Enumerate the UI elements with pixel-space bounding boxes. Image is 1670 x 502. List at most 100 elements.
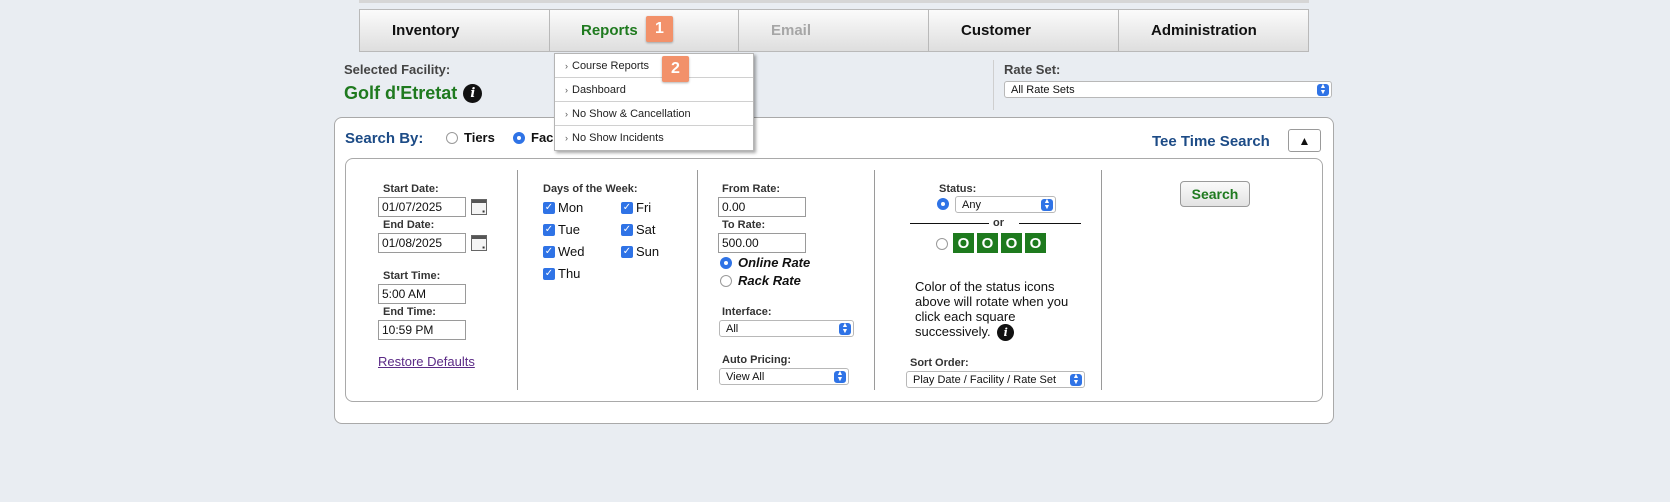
chevron-right-icon: › <box>565 84 568 95</box>
search-by-facility-option[interactable]: Fac <box>513 130 553 145</box>
end-time-label: End Time: <box>383 306 436 318</box>
step-badge-2: 2 <box>662 56 689 82</box>
status-note-text: Color of the status icons above will rot… <box>915 279 1069 339</box>
top-border <box>359 0 1309 3</box>
check-icon: ✓ <box>543 245 555 258</box>
start-date-label: Start Date: <box>383 183 439 195</box>
chevron-right-icon: › <box>565 133 568 143</box>
status-square-4[interactable]: O <box>1025 233 1046 253</box>
menu-item-label: Course Reports <box>572 59 650 72</box>
to-rate-input[interactable]: 500.00 <box>718 233 806 253</box>
menu-item-no-show-incidents[interactable]: › No Show Incidents <box>555 126 753 150</box>
divider <box>910 223 989 224</box>
days-of-week-label: Days of the Week: <box>543 183 638 195</box>
criteria-panel <box>345 158 1323 402</box>
check-icon: ✓ <box>621 201 633 214</box>
menu-item-no-show-cancellation[interactable]: › No Show & Cancellation <box>555 102 753 126</box>
status-label: Status: <box>939 183 977 195</box>
radio-online-rate[interactable] <box>720 256 732 269</box>
checkbox-sun[interactable]: ✓ Sun <box>621 244 659 259</box>
facility-name: Golf d'Etretat i <box>344 83 483 104</box>
interface-value: All <box>726 322 739 335</box>
radio-tiers[interactable] <box>446 131 458 144</box>
thu-label: Thu <box>558 266 581 281</box>
facility-name-text: Golf d'Etretat <box>344 83 458 103</box>
chevron-right-icon: › <box>565 60 568 71</box>
radio-status-icons[interactable] <box>936 238 948 250</box>
mon-label: Mon <box>558 200 584 215</box>
column-divider <box>697 170 698 390</box>
auto-pricing-select[interactable]: View All ▲ ▼ <box>719 368 849 385</box>
end-date-input[interactable]: 01/08/2025 <box>378 233 466 253</box>
calendar-icon[interactable] <box>471 235 487 252</box>
sort-order-select[interactable]: Play Date / Facility / Rate Set ▲ ▼ <box>906 371 1085 388</box>
to-rate-label: To Rate: <box>722 219 766 231</box>
select-arrows-icon: ▲ ▼ <box>839 322 851 335</box>
online-rate-option[interactable]: Online Rate <box>720 255 810 270</box>
calendar-icon[interactable] <box>471 199 487 216</box>
online-rate-label: Online Rate <box>738 255 811 270</box>
tab-email[interactable]: Email <box>739 10 929 51</box>
status-square-2[interactable]: O <box>977 233 998 253</box>
restore-defaults-link[interactable]: Restore Defaults <box>378 354 475 369</box>
end-date-label: End Date: <box>383 219 435 231</box>
status-square-1[interactable]: O <box>953 233 974 253</box>
status-select[interactable]: Any ▲ ▼ <box>955 196 1056 213</box>
divider <box>993 60 994 110</box>
main-nav: Inventory Reports Email Customer Adminis… <box>359 9 1309 52</box>
status-note: Color of the status icons above will rot… <box>915 279 1075 342</box>
select-arrows-icon: ▲ ▼ <box>1041 198 1053 211</box>
auto-pricing-value: View All <box>726 370 765 383</box>
menu-item-label: No Show & Cancellation <box>572 107 691 120</box>
select-arrows-icon: ▲ ▼ <box>834 370 846 383</box>
rate-set-select[interactable]: All Rate Sets ▲ ▼ <box>1004 81 1332 98</box>
check-icon: ✓ <box>543 267 555 280</box>
check-icon: ✓ <box>543 223 555 236</box>
checkbox-wed[interactable]: ✓ Wed <box>543 244 585 259</box>
menu-item-course-reports[interactable]: › Course Reports <box>555 54 753 78</box>
radio-rack-rate[interactable] <box>720 274 732 287</box>
checkbox-sat[interactable]: ✓ Sat <box>621 222 656 237</box>
rack-rate-option[interactable]: Rack Rate <box>720 273 801 288</box>
tee-time-search-title: Tee Time Search <box>1152 133 1270 150</box>
menu-item-dashboard[interactable]: › Dashboard <box>555 78 753 102</box>
sat-label: Sat <box>636 222 656 237</box>
menu-item-label: Dashboard <box>572 83 626 96</box>
info-icon[interactable]: i <box>463 84 483 103</box>
reports-dropdown-menu: › Course Reports › Dashboard › No Show & Ca… <box>554 53 754 151</box>
check-icon: ✓ <box>543 201 555 214</box>
divider <box>1019 223 1081 224</box>
interface-label: Interface: <box>722 306 772 318</box>
auto-pricing-label: Auto Pricing: <box>722 354 792 366</box>
rate-set-value: All Rate Sets <box>1011 83 1075 96</box>
status-value: Any <box>962 198 981 211</box>
checkbox-fri[interactable]: ✓ Fri <box>621 200 651 215</box>
collapse-toggle-button[interactable]: ▲ <box>1288 129 1321 152</box>
end-time-input[interactable]: 10:59 PM <box>378 320 466 340</box>
tab-reports[interactable]: Reports <box>550 10 739 51</box>
interface-select[interactable]: All ▲ ▼ <box>719 320 854 337</box>
search-button[interactable]: Search <box>1180 181 1250 207</box>
checkbox-tue[interactable]: ✓ Tue <box>543 222 580 237</box>
tab-customer[interactable]: Customer <box>929 10 1119 51</box>
tab-administration[interactable]: Administration <box>1119 10 1308 51</box>
info-icon[interactable]: i <box>997 324 1015 342</box>
sun-label: Sun <box>636 244 660 259</box>
rate-set-label: Rate Set: <box>1004 62 1061 77</box>
wed-label: Wed <box>558 244 585 259</box>
select-arrows-icon: ▲ ▼ <box>1317 83 1329 96</box>
checkbox-mon[interactable]: ✓ Mon <box>543 200 583 215</box>
check-icon: ✓ <box>621 223 633 236</box>
start-date-input[interactable]: 01/07/2025 <box>378 197 466 217</box>
start-time-input[interactable]: 5:00 AM <box>378 284 466 304</box>
checkbox-thu[interactable]: ✓ Thu <box>543 266 580 281</box>
sort-order-label: Sort Order: <box>910 357 969 369</box>
step-badge-1: 1 <box>646 16 673 42</box>
search-by-tiers-option[interactable]: Tiers <box>446 130 495 145</box>
from-rate-input[interactable]: 0.00 <box>718 197 806 217</box>
radio-facility[interactable] <box>513 131 525 144</box>
tab-inventory[interactable]: Inventory <box>360 10 550 51</box>
menu-item-label: No Show Incidents <box>572 132 664 144</box>
radio-status-any[interactable] <box>937 198 949 210</box>
status-square-3[interactable]: O <box>1001 233 1022 253</box>
